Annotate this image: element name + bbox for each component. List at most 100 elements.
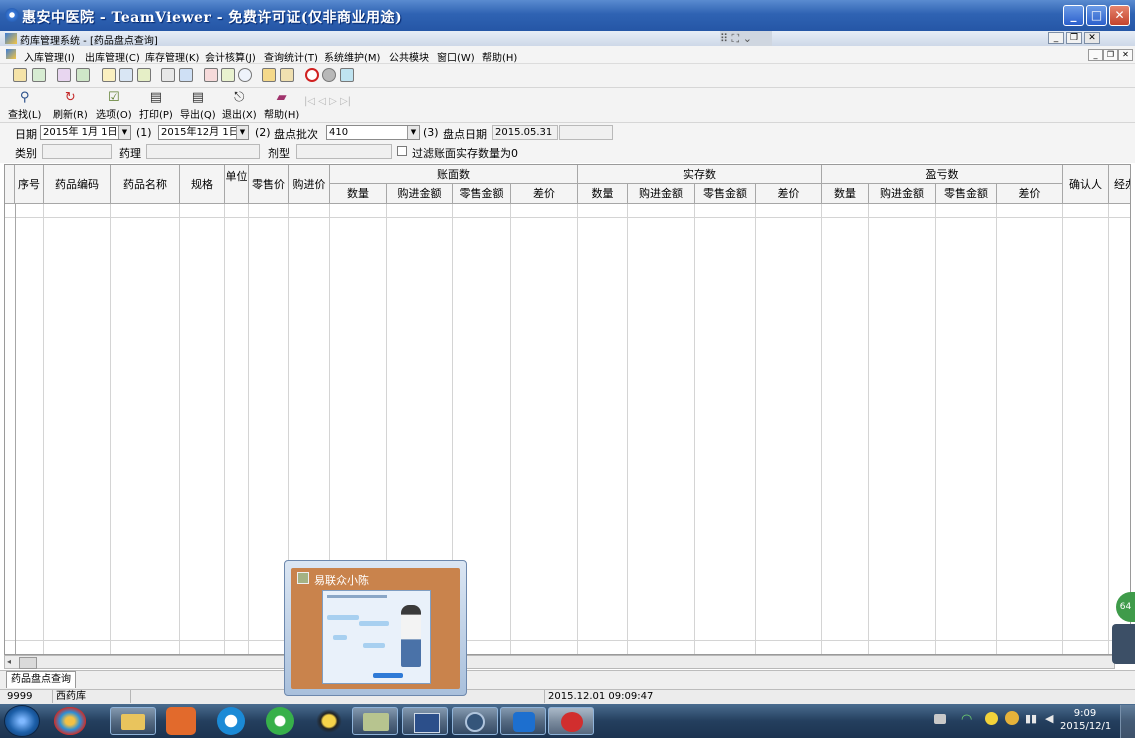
col-book-purchase-amount[interactable]: 购进金额 bbox=[387, 184, 453, 204]
find-button[interactable]: ⚲ 查找(L) bbox=[8, 91, 41, 122]
col-drug-code[interactable]: 药品编码 bbox=[44, 165, 111, 204]
preview-thumbnail[interactable] bbox=[322, 590, 431, 684]
taskbar-app-pinwheel-icon[interactable] bbox=[54, 707, 86, 735]
show-desktop-button[interactable] bbox=[1120, 705, 1135, 738]
start-button[interactable] bbox=[4, 705, 40, 737]
add-icon[interactable] bbox=[985, 712, 998, 725]
date-to-picker[interactable]: 2015年12月 1日 ▼ bbox=[158, 125, 249, 140]
folder-icon[interactable] bbox=[262, 68, 276, 82]
col-pl-retail-amount[interactable]: 零售金额 bbox=[936, 184, 997, 204]
refresh-button[interactable]: ↻ 刷新(R) bbox=[53, 91, 88, 122]
taskbar-media-player-icon[interactable] bbox=[166, 707, 196, 735]
col-handler[interactable]: 经办 bbox=[1109, 165, 1130, 204]
col-pl-purchase-amount[interactable]: 购进金额 bbox=[869, 184, 936, 204]
taskbar-green-app-icon[interactable] bbox=[266, 707, 294, 735]
col-actual-retail-amount[interactable]: 零售金额 bbox=[695, 184, 756, 204]
document-icon[interactable] bbox=[13, 68, 27, 82]
col-drug-name[interactable]: 药品名称 bbox=[111, 165, 180, 204]
menu-system[interactable]: 系统维护(M) bbox=[324, 49, 380, 64]
taskbar-explorer-icon[interactable] bbox=[110, 707, 156, 735]
col-unit[interactable]: 单位 bbox=[225, 165, 249, 204]
menu-accounting[interactable]: 会计核算(J) bbox=[205, 49, 256, 64]
scroll-left-icon[interactable]: ◂ bbox=[7, 657, 11, 666]
col-confirmer[interactable]: 确认人 bbox=[1063, 165, 1109, 204]
filter-checkbox[interactable] bbox=[397, 146, 407, 156]
teamviewer-toolbar-handle[interactable]: ⠿ ⛶ ⌄ bbox=[720, 31, 772, 46]
taskbar-qq-icon[interactable] bbox=[314, 707, 344, 735]
side-panel-handle[interactable] bbox=[1112, 624, 1135, 664]
taskbar-pharmacy-app-icon[interactable] bbox=[548, 707, 594, 735]
close-button[interactable]: ✕ bbox=[1109, 5, 1130, 26]
tab-inventory-count-query[interactable]: 药品盘点查询 bbox=[6, 671, 76, 688]
menu-inbound[interactable]: 入库管理(I) bbox=[24, 49, 75, 64]
col-book-diff[interactable]: 差价 bbox=[511, 184, 578, 204]
col-book-qty[interactable]: 数量 bbox=[330, 184, 387, 204]
col-book-retail-amount[interactable]: 零售金额 bbox=[453, 184, 511, 204]
open-icon[interactable] bbox=[32, 68, 46, 82]
taskbar-query-window-icon[interactable] bbox=[402, 707, 448, 735]
col-actual-purchase-amount[interactable]: 购进金额 bbox=[628, 184, 695, 204]
report-icon[interactable] bbox=[161, 68, 175, 82]
count-date-extra-field[interactable] bbox=[559, 125, 613, 140]
stop-icon[interactable] bbox=[305, 68, 319, 82]
menu-help[interactable]: 帮助(H) bbox=[482, 49, 517, 64]
col-pl-qty[interactable]: 数量 bbox=[822, 184, 869, 204]
taskbar-teamviewer-icon[interactable] bbox=[500, 707, 546, 735]
wifi-icon[interactable]: ◠ bbox=[961, 712, 972, 727]
scroll-thumb[interactable] bbox=[19, 657, 37, 669]
col-purchase-price[interactable]: 购进价 bbox=[289, 165, 330, 204]
menu-query-stats[interactable]: 查询统计(T) bbox=[264, 49, 318, 64]
dosage-field[interactable] bbox=[296, 144, 392, 159]
menu-window[interactable]: 窗口(W) bbox=[437, 49, 475, 64]
disabled-icon[interactable] bbox=[322, 68, 336, 82]
count-date-field[interactable]: 2015.05.31 bbox=[492, 125, 558, 140]
list-icon[interactable] bbox=[137, 68, 151, 82]
check-icon[interactable] bbox=[76, 68, 90, 82]
col-pl-diff[interactable]: 差价 bbox=[997, 184, 1063, 204]
group-actual-count[interactable]: 实存数 bbox=[578, 165, 822, 184]
taskbar-compass-icon[interactable] bbox=[452, 707, 498, 735]
magnifier-icon[interactable] bbox=[238, 68, 252, 82]
volume-icon[interactable]: ◀ bbox=[1045, 712, 1053, 725]
keyboard-icon[interactable] bbox=[934, 714, 946, 724]
taskbar-k-app-icon[interactable] bbox=[217, 707, 245, 735]
menu-outbound[interactable]: 出库管理(C) bbox=[85, 49, 140, 64]
maximize-button[interactable]: □ bbox=[1086, 5, 1107, 26]
qq-tray-icon[interactable] bbox=[1005, 711, 1019, 725]
minimize-button[interactable]: _ bbox=[1063, 5, 1084, 26]
inner-minimize-button[interactable]: _ bbox=[1048, 32, 1064, 44]
inventory-count-grid[interactable]: 序号 药品编码 药品名称 规格 单位 零售价 购进价 账面数 数量 购进金额 零… bbox=[4, 164, 1131, 655]
col-retail-price[interactable]: 零售价 bbox=[249, 165, 289, 204]
col-spec[interactable]: 规格 bbox=[180, 165, 225, 204]
batch-select[interactable]: 410 ▼ bbox=[326, 125, 420, 140]
options-button[interactable]: ☑ 选项(O) bbox=[96, 91, 132, 122]
group-book-count[interactable]: 账面数 bbox=[330, 165, 578, 184]
mdi-restore-button[interactable]: ❐ bbox=[1103, 49, 1118, 61]
group-profit-loss[interactable]: 盈亏数 bbox=[822, 165, 1063, 184]
col-seq[interactable]: 序号 bbox=[15, 165, 44, 204]
calculator-icon[interactable] bbox=[340, 68, 354, 82]
taskbar-clock[interactable]: 9:09 2015/12/1 bbox=[1060, 707, 1111, 733]
card-icon[interactable] bbox=[119, 68, 133, 82]
category-field[interactable] bbox=[42, 144, 112, 159]
thermometer-icon[interactable] bbox=[280, 68, 294, 82]
edit-icon[interactable] bbox=[57, 68, 71, 82]
form-icon[interactable] bbox=[204, 68, 218, 82]
clipboard-icon[interactable] bbox=[102, 68, 116, 82]
grid-icon[interactable] bbox=[179, 68, 193, 82]
pharmacology-field[interactable] bbox=[146, 144, 260, 159]
menu-common[interactable]: 公共模块 bbox=[389, 49, 429, 64]
inner-restore-button[interactable]: ❐ bbox=[1066, 32, 1082, 44]
date-from-picker[interactable]: 2015年 1月 1日 ▼ bbox=[40, 125, 131, 140]
menu-inventory[interactable]: 库存管理(K) bbox=[145, 49, 199, 64]
col-actual-qty[interactable]: 数量 bbox=[578, 184, 628, 204]
transfer-icon[interactable] bbox=[221, 68, 235, 82]
print-button[interactable]: ▤ 打印(P) bbox=[139, 91, 173, 122]
help-button[interactable]: ▰ 帮助(H) bbox=[264, 91, 299, 122]
signal-icon[interactable]: ▮▮ bbox=[1025, 712, 1037, 725]
export-button[interactable]: ▤ 导出(Q) bbox=[180, 91, 216, 122]
mdi-close-button[interactable]: ✕ bbox=[1118, 49, 1133, 61]
inner-close-button[interactable]: ✕ bbox=[1084, 32, 1100, 44]
exit-button[interactable]: ⎋ 退出(X) bbox=[222, 91, 257, 122]
taskbar-chat-window-icon[interactable] bbox=[352, 707, 398, 735]
